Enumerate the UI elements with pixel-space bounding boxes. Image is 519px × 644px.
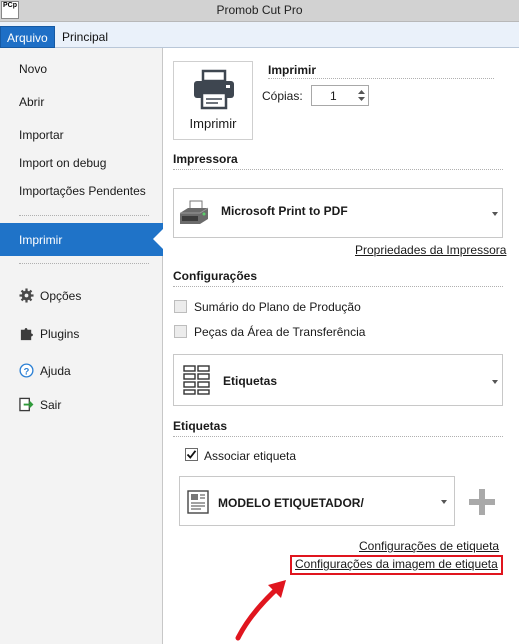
label-model-select[interactable]: MODELO ETIQUETADOR/ (179, 476, 455, 526)
sidebar-item-novo[interactable]: Novo (19, 62, 47, 76)
backstage-sidebar: Novo Abrir Importar Import on debug Impo… (0, 48, 163, 644)
associate-label-text[interactable]: Associar etiqueta (204, 449, 296, 463)
printer-icon (194, 69, 234, 110)
checkmark-icon (186, 450, 197, 459)
chevron-down-icon (492, 212, 498, 216)
summary-plan-checkbox[interactable] (174, 300, 187, 313)
add-model-plus-icon[interactable] (468, 488, 496, 516)
sidebar-item-opcoes[interactable]: Opções (40, 289, 81, 303)
puzzle-icon (20, 327, 33, 341)
divider (173, 436, 503, 437)
sidebar-item-label: Imprimir (19, 233, 63, 247)
printer-device-icon (180, 200, 209, 224)
sidebar-item-importacoes-pendentes[interactable]: Importações Pendentes (19, 184, 146, 198)
labels-heading: Etiquetas (173, 419, 228, 433)
report-type-select[interactable]: Etiquetas (173, 354, 503, 406)
associate-label-checkbox[interactable] (185, 448, 198, 461)
sidebar-divider (19, 215, 149, 216)
window-title: Promob Cut Pro (216, 3, 303, 17)
copies-stepper[interactable]: 1 (311, 85, 369, 106)
sidebar-item-importar[interactable]: Importar (19, 128, 64, 142)
divider (268, 78, 494, 79)
copies-value: 1 (330, 89, 337, 103)
printer-select[interactable]: Microsoft Print to PDF (173, 188, 503, 238)
clipboard-parts-label[interactable]: Peças da Área de Transferência (194, 325, 365, 339)
sidebar-item-plugins[interactable]: Plugins (40, 327, 79, 341)
clipboard-parts-checkbox[interactable] (174, 325, 187, 338)
exit-icon (19, 397, 34, 412)
selection-arrow-icon (153, 229, 163, 249)
printer-properties-link[interactable]: Propriedades da Impressora (355, 243, 506, 257)
tab-principal[interactable]: Principal (56, 26, 114, 48)
printer-select-value: Microsoft Print to PDF (221, 204, 348, 218)
sidebar-item-imprimir[interactable]: Imprimir (0, 223, 163, 256)
svg-text:?: ? (24, 366, 30, 376)
divider (173, 286, 503, 287)
summary-plan-label[interactable]: Sumário do Plano de Produção (194, 300, 361, 314)
labels-grid-icon (183, 365, 210, 395)
annotation-arrow-icon (235, 580, 286, 641)
settings-heading: Configurações (173, 269, 258, 283)
sidebar-item-ajuda[interactable]: Ajuda (40, 364, 71, 378)
sidebar-item-sair[interactable]: Sair (40, 398, 61, 412)
label-template-icon (187, 490, 209, 514)
print-button[interactable]: Imprimir (173, 61, 253, 140)
label-settings-link[interactable]: Configurações de etiqueta (359, 539, 499, 553)
annotation-highlight-box (290, 555, 503, 575)
divider (173, 169, 503, 170)
label-model-value: MODELO ETIQUETADOR/ (218, 496, 364, 510)
chevron-down-icon (441, 500, 447, 504)
help-icon: ? (19, 363, 34, 378)
spinner-arrows-icon[interactable] (357, 88, 366, 103)
ribbon: Arquivo Principal (0, 22, 519, 48)
title-bar: PCp Promob Cut Pro (0, 0, 519, 22)
print-heading: Imprimir (268, 63, 317, 77)
print-button-label: Imprimir (189, 116, 237, 131)
chevron-down-icon (492, 380, 498, 384)
sidebar-item-import-on-debug[interactable]: Import on debug (19, 156, 106, 170)
copies-label: Cópias: (262, 89, 303, 103)
sidebar-divider (19, 263, 149, 264)
gear-icon (19, 288, 34, 303)
sidebar-item-abrir[interactable]: Abrir (19, 95, 44, 109)
printer-heading: Impressora (173, 152, 238, 166)
report-type-value: Etiquetas (223, 374, 278, 388)
tab-arquivo[interactable]: Arquivo (0, 26, 55, 48)
